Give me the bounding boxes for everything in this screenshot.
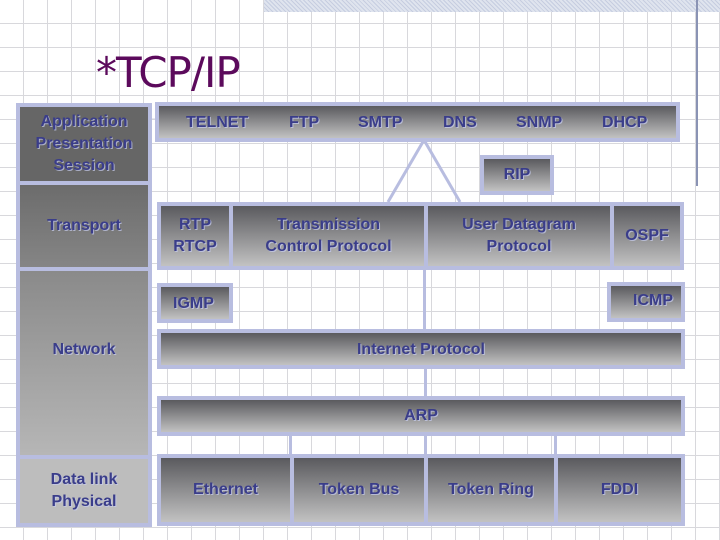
protocol-udp-box: User Datagram Protocol bbox=[424, 202, 614, 270]
protocol-tokenring-box: Token Ring bbox=[424, 454, 558, 526]
protocol-ospf-box: OSPF bbox=[610, 202, 684, 270]
protocol-rip: RIP bbox=[503, 166, 531, 183]
protocol-arp: ARP bbox=[404, 407, 438, 424]
protocol-fddi-box: FDDI bbox=[554, 454, 685, 526]
layer-transport: Transport bbox=[16, 181, 152, 271]
layer-application: Application Presentation Session bbox=[16, 103, 152, 185]
protocol-udp-line1: User Datagram bbox=[462, 216, 576, 233]
protocol-smtp: SMTP bbox=[358, 114, 403, 131]
protocol-ftp: FTP bbox=[289, 114, 320, 131]
protocol-telnet: TELNET bbox=[186, 114, 249, 131]
protocol-rtp: RTP bbox=[179, 216, 211, 233]
layer-session-label: Session bbox=[53, 157, 115, 174]
layer-network-label: Network bbox=[52, 341, 116, 358]
protocol-tcp-line1: Transmission bbox=[276, 216, 381, 233]
protocol-fddi: FDDI bbox=[600, 481, 639, 498]
layer-physical-label: Physical bbox=[51, 493, 117, 510]
protocol-ethernet: Ethernet bbox=[193, 481, 258, 498]
protocol-tokenring: Token Ring bbox=[448, 481, 534, 498]
protocol-tokenbus: Token Bus bbox=[318, 481, 400, 498]
connector-tcp-app bbox=[386, 139, 426, 203]
layer-datalink-physical: Data link Physical bbox=[16, 455, 152, 527]
protocol-ip: Internet Protocol bbox=[356, 341, 485, 358]
protocol-tcp-box: Transmission Control Protocol bbox=[229, 202, 428, 270]
protocol-icmp: ICMP bbox=[633, 292, 673, 309]
protocol-rtp-box: RTP RTCP bbox=[157, 202, 233, 270]
layer-network: Network bbox=[16, 267, 152, 459]
protocol-tokenbus-box: Token Bus bbox=[290, 454, 428, 526]
protocol-dhcp: DHCP bbox=[602, 114, 648, 131]
protocol-dns: DNS bbox=[443, 114, 477, 131]
protocol-rip-box: RIP bbox=[480, 155, 554, 195]
application-protocols-bar: TELNET FTP SMTP DNS SNMP DHCP bbox=[155, 102, 680, 142]
protocol-ethernet-box: Ethernet bbox=[157, 454, 294, 526]
protocol-igmp: IGMP bbox=[173, 295, 214, 312]
layer-application-label: Application bbox=[40, 113, 128, 130]
protocol-igmp-box: IGMP bbox=[157, 283, 233, 323]
protocol-ip-box: Internet Protocol bbox=[157, 329, 685, 369]
protocol-rtcp: RTCP bbox=[173, 238, 217, 255]
protocol-ospf: OSPF bbox=[625, 227, 669, 244]
protocol-udp-line2: Protocol bbox=[486, 238, 552, 255]
connector-udp-app bbox=[422, 139, 462, 203]
layer-presentation-label: Presentation bbox=[35, 135, 133, 152]
layer-datalink-label: Data link bbox=[50, 471, 118, 488]
protocol-tcp-line2: Control Protocol bbox=[265, 238, 392, 255]
protocol-arp-box: ARP bbox=[157, 396, 685, 436]
layer-transport-label: Transport bbox=[47, 217, 121, 234]
protocol-icmp-box: ICMP bbox=[607, 282, 685, 322]
protocol-snmp: SNMP bbox=[516, 114, 563, 131]
